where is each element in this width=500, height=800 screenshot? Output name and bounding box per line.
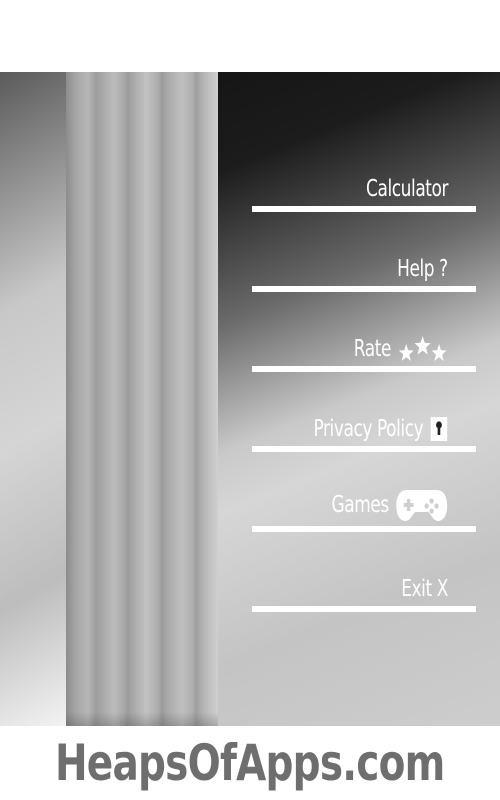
- gamepad-icon: [396, 488, 448, 522]
- menu-item-games[interactable]: Games: [252, 472, 476, 532]
- menu-item-underline: [252, 606, 476, 612]
- rate-label: Rate: [353, 336, 391, 362]
- menu-item-label: Calculator: [366, 176, 448, 202]
- menu-item-privacy-policy[interactable]: Privacy Policy: [252, 392, 476, 452]
- menu-item-underline: [252, 206, 476, 212]
- brand-link[interactable]: HeapsOfApps.com: [55, 734, 445, 792]
- curtain-decoration: [66, 72, 218, 726]
- menu-item-underline: [252, 286, 476, 292]
- menu-item-label: Games: [332, 488, 448, 522]
- help-label: Help ?: [397, 256, 448, 282]
- curtain-shadow: [66, 712, 218, 726]
- calculator-label: Calculator: [365, 176, 448, 202]
- menu-item-help[interactable]: Help ?: [252, 232, 476, 292]
- menu-item-exit[interactable]: Exit X: [252, 552, 476, 612]
- games-label: Games: [331, 492, 390, 518]
- menu-item-label: Privacy Policy: [314, 416, 448, 442]
- left-shade: [0, 72, 66, 726]
- menu-item-underline: [252, 526, 476, 532]
- menu-item-underline: [252, 366, 476, 372]
- exit-label: Exit X: [401, 576, 448, 602]
- menu-item-calculator[interactable]: Calculator: [252, 152, 476, 212]
- footer: HeapsOfApps.com: [0, 726, 500, 800]
- menu-item-label: Rate: [353, 336, 448, 362]
- menu-item-underline: [252, 446, 476, 452]
- three-stars-icon: [397, 336, 448, 362]
- keyhole-lock-icon: [430, 416, 448, 442]
- menu-item-label: Exit X: [401, 576, 448, 602]
- menu-item-label: Help ?: [397, 256, 448, 282]
- privacy-policy-label: Privacy Policy: [313, 416, 424, 442]
- menu-item-rate[interactable]: Rate: [252, 312, 476, 372]
